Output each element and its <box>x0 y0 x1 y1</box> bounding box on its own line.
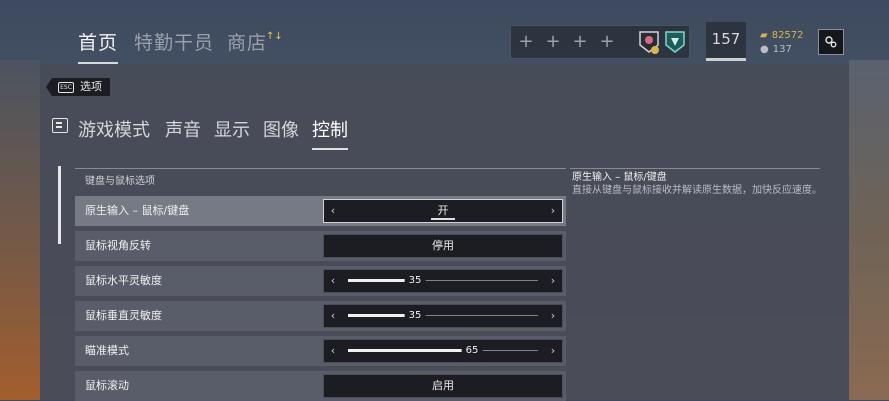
esc-key-icon: ESC <box>58 81 74 93</box>
nav-tab-home[interactable]: 首页 <box>78 28 119 64</box>
tab-sound[interactable]: 声音 <box>165 116 201 142</box>
group-divider <box>75 168 566 169</box>
setting-row-aim-mode[interactable]: 瞄准模式 ‹ 65 › <box>75 336 566 366</box>
slider-track[interactable] <box>348 314 538 317</box>
slider-track[interactable] <box>348 279 538 282</box>
setting-label: 瞄准模式 <box>85 344 129 357</box>
setting-label: 鼠标滚动 <box>85 379 129 392</box>
controls-section-icon <box>52 118 68 133</box>
setting-row-vertical-sensitivity[interactable]: 鼠标垂直灵敏度 ‹ 35 › <box>75 301 566 331</box>
slider-control[interactable]: ‹ 65 › <box>323 339 563 363</box>
toggle-value: 停用 <box>432 239 454 252</box>
tab-controls[interactable]: 控制 <box>312 116 348 150</box>
tab-graphics[interactable]: 图像 <box>263 116 299 142</box>
toggle-button[interactable]: 启用 <box>323 374 563 398</box>
settings-button[interactable] <box>818 29 844 55</box>
setting-row-mouse-invert[interactable]: 鼠标视角反转 停用 <box>75 231 566 261</box>
tab-display[interactable]: 显示 <box>214 116 250 142</box>
setting-label: 原生输入 – 鼠标/键盘 <box>85 204 190 217</box>
nav-tab-shop[interactable]: 商店 <box>227 28 267 55</box>
right-arrow-icon[interactable]: › <box>546 200 560 222</box>
credits-amount: 137 <box>772 44 792 55</box>
left-arrow-icon[interactable]: ‹ <box>326 270 340 292</box>
credits-icon: ● <box>760 44 769 55</box>
setting-label: 鼠标视角反转 <box>85 239 151 252</box>
slider-value[interactable]: 35 <box>404 270 426 292</box>
squad-slots: + + + + <box>510 25 690 59</box>
clan-emblem-icon[interactable] <box>663 29 687 55</box>
currency-display[interactable]: ▰ 82572 ● 137 <box>760 29 804 57</box>
slider-value[interactable]: 65 <box>461 340 483 362</box>
setting-row-raw-input[interactable]: 原生输入 – 鼠标/键盘 ‹ 开 › <box>75 196 566 226</box>
player-level[interactable]: 157 <box>706 22 746 61</box>
background-right <box>849 60 889 400</box>
slider-track[interactable] <box>348 349 538 352</box>
back-button[interactable]: ESC 选项 <box>46 78 110 96</box>
toggle-value: 启用 <box>432 379 454 392</box>
group-label: 键盘与鼠标选项 <box>85 176 155 187</box>
info-description: 直接从键盘与鼠标接收并解读原生数据，加快反应速度。 <box>572 185 822 196</box>
player-emblem-icon[interactable] <box>637 29 661 55</box>
right-arrow-icon[interactable]: › <box>546 305 560 327</box>
toggle-button[interactable]: 停用 <box>323 234 563 258</box>
right-arrow-icon[interactable]: › <box>546 270 560 292</box>
list-scrollbar[interactable] <box>58 166 61 244</box>
gear-icon <box>825 36 837 48</box>
setting-label: 鼠标垂直灵敏度 <box>85 309 162 322</box>
squad-slot-plus-icon[interactable]: + <box>543 32 563 52</box>
slider-value[interactable]: 35 <box>404 305 426 327</box>
tab-game-mode[interactable]: 游戏模式 <box>78 116 150 142</box>
back-label: 选项 <box>80 80 102 93</box>
squad-slot-plus-icon[interactable]: + <box>516 32 536 52</box>
nav-tab-operators[interactable]: 特勤干员 <box>134 28 214 55</box>
shop-badge: ↑↓ <box>266 31 283 42</box>
renown-icon: ▰ <box>760 30 768 41</box>
setting-row-horizontal-sensitivity[interactable]: 鼠标水平灵敏度 ‹ 35 › <box>75 266 566 296</box>
setting-label: 鼠标水平灵敏度 <box>85 274 162 287</box>
left-arrow-icon[interactable]: ‹ <box>326 305 340 327</box>
info-title: 原生输入 – 鼠标/键盘 <box>572 172 667 183</box>
option-indicator <box>431 218 455 220</box>
option-selector[interactable]: ‹ 开 › <box>323 199 563 223</box>
right-arrow-icon[interactable]: › <box>546 340 560 362</box>
background-left <box>0 60 40 400</box>
slider-control[interactable]: ‹ 35 › <box>323 304 563 328</box>
setting-row-mouse-scroll[interactable]: 鼠标滚动 启用 <box>75 371 566 401</box>
left-arrow-icon[interactable]: ‹ <box>326 340 340 362</box>
slider-control[interactable]: ‹ 35 › <box>323 269 563 293</box>
slider-fill <box>348 349 472 352</box>
squad-slot-plus-icon[interactable]: + <box>597 32 617 52</box>
top-bar: 首页 特勤干员 商店 ↑↓ + + + + 157 ▰ 82572 ● 137 <box>0 0 889 64</box>
squad-slot-plus-icon[interactable]: + <box>570 32 590 52</box>
renown-amount: 82572 <box>771 30 804 41</box>
